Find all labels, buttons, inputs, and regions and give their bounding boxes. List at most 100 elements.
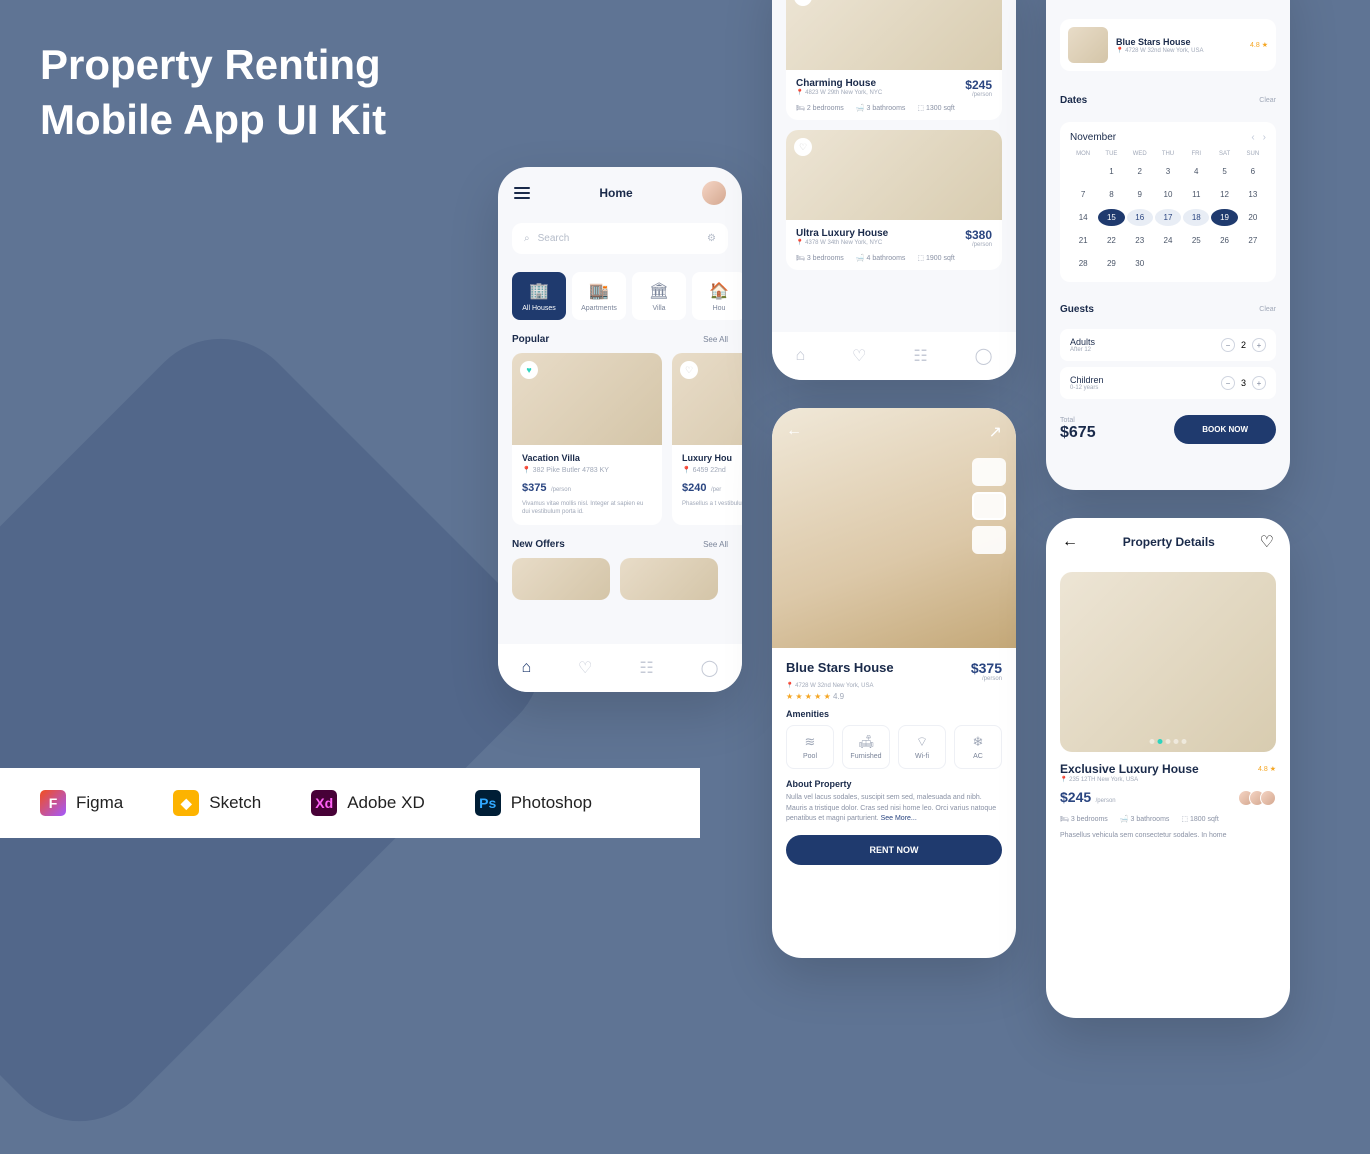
calendar-day[interactable]: 18: [1183, 209, 1209, 226]
search-icon: ⌕: [524, 233, 530, 244]
calendar-day[interactable]: 7: [1070, 186, 1096, 203]
home-screen: Home ⌕ Search ⚙ 🏢All Houses 🏬Apartments …: [498, 167, 742, 692]
tools-bar: FFigma ◆Sketch XdAdobe XD PsPhotoshop: [0, 768, 700, 838]
nav-calendar-icon[interactable]: ☷: [639, 658, 653, 678]
calendar-day[interactable]: 24: [1155, 232, 1181, 249]
calendar-day[interactable]: 6: [1240, 163, 1266, 180]
minus-button[interactable]: −: [1221, 376, 1235, 390]
filter-icon[interactable]: ⚙: [707, 233, 716, 244]
thumbnail[interactable]: [972, 458, 1006, 486]
tool-figma: FFigma: [40, 790, 123, 816]
prev-month-icon[interactable]: ‹: [1251, 132, 1254, 143]
nav-profile-icon[interactable]: ◯: [975, 346, 993, 366]
thumbnail[interactable]: [972, 526, 1006, 554]
calendar-day[interactable]: 28: [1070, 255, 1096, 272]
category-house[interactable]: 🏠Hou: [692, 272, 742, 320]
clear-guests[interactable]: Clear: [1259, 306, 1276, 313]
calendar-day[interactable]: 25: [1183, 232, 1209, 249]
calendar: November‹› MONTUEWEDTHUFRISATSUN12345678…: [1060, 122, 1276, 282]
see-all-link[interactable]: See All: [703, 540, 728, 549]
calendar-day[interactable]: 4: [1183, 163, 1209, 180]
category-apartments[interactable]: 🏬Apartments: [572, 272, 626, 320]
calendar-day[interactable]: 5: [1211, 163, 1237, 180]
property-card[interactable]: ♡ Luxury Hou 📍 6459 22nd $240 /per Phase…: [672, 353, 742, 525]
nav-calendar-icon[interactable]: ☷: [913, 346, 927, 366]
calendar-day[interactable]: 27: [1240, 232, 1266, 249]
nav-profile-icon[interactable]: ◯: [701, 658, 719, 678]
calendar-day[interactable]: 21: [1070, 232, 1096, 249]
calendar-day[interactable]: 29: [1098, 255, 1124, 272]
calendar-day[interactable]: 15: [1098, 209, 1124, 226]
calendar-day[interactable]: 8: [1098, 186, 1124, 203]
plus-button[interactable]: +: [1252, 376, 1266, 390]
calendar-day[interactable]: 14: [1070, 209, 1096, 226]
calendar-day[interactable]: 20: [1240, 209, 1266, 226]
property-card[interactable]: ♥ Vacation Villa 📍 382 Pike Butler 4783 …: [512, 353, 662, 525]
property-card[interactable]: ♥ Charming House📍 4823 W 29th New York, …: [786, 0, 1002, 120]
calendar-day[interactable]: 1: [1098, 163, 1124, 180]
category-villa[interactable]: 🏛Villa: [632, 272, 686, 320]
property-image[interactable]: [1060, 572, 1276, 752]
category-row: 🏢All Houses 🏬Apartments 🏛Villa 🏠Hou: [498, 262, 742, 320]
plus-button[interactable]: +: [1252, 338, 1266, 352]
property-details-screen: ← Property Details ♡ Exclusive Luxury Ho…: [1046, 518, 1290, 1018]
tool-ps: PsPhotoshop: [475, 790, 592, 816]
thumbnail[interactable]: [972, 492, 1006, 520]
calendar-day[interactable]: 16: [1127, 209, 1153, 226]
calendar-day[interactable]: 30: [1127, 255, 1153, 272]
heart-icon[interactable]: ♡: [794, 138, 812, 156]
list-screen: ♥ Charming House📍 4823 W 29th New York, …: [772, 0, 1016, 380]
calendar-day[interactable]: 26: [1211, 232, 1237, 249]
category-all-houses[interactable]: 🏢All Houses: [512, 272, 566, 320]
calendar-day[interactable]: 23: [1127, 232, 1153, 249]
property-card[interactable]: [512, 558, 610, 600]
share-icon[interactable]: ↗: [989, 422, 1002, 442]
amenity-wifi: ⌔Wi-fi: [898, 725, 946, 769]
heart-icon[interactable]: ♥: [520, 361, 538, 379]
back-icon[interactable]: ←: [786, 422, 802, 442]
back-icon[interactable]: ←: [1062, 533, 1078, 551]
page-title: Home: [599, 186, 632, 200]
hero-title: Property RentingMobile App UI Kit: [40, 38, 386, 147]
nav-home-icon[interactable]: ⌂: [521, 659, 531, 677]
tool-sketch: ◆Sketch: [173, 790, 261, 816]
clear-dates[interactable]: Clear: [1259, 97, 1276, 104]
property-summary: Blue Stars House📍 4728 W 32nd New York, …: [1060, 19, 1276, 71]
booking-screen: ← Blue Stars House ⋮ Blue Stars House📍 4…: [1046, 0, 1290, 490]
calendar-day[interactable]: 22: [1098, 232, 1124, 249]
calendar-day[interactable]: [1070, 163, 1096, 180]
menu-icon[interactable]: [514, 187, 530, 199]
nav-home-icon[interactable]: ⌂: [795, 347, 805, 365]
calendar-day[interactable]: 9: [1127, 186, 1153, 203]
calendar-day[interactable]: 12: [1211, 186, 1237, 203]
heart-icon[interactable]: ♡: [680, 361, 698, 379]
nav-heart-icon[interactable]: ♡: [852, 346, 866, 366]
rating-stars: ★ ★ ★ ★ ★ 4.9: [786, 692, 1002, 701]
book-now-button[interactable]: BOOK NOW: [1174, 415, 1276, 444]
calendar-day[interactable]: 13: [1240, 186, 1266, 203]
amenity-pool: ≋Pool: [786, 725, 834, 769]
calendar-day[interactable]: 10: [1155, 186, 1181, 203]
amenity-ac: ❄AC: [954, 725, 1002, 769]
calendar-day[interactable]: 11: [1183, 186, 1209, 203]
next-month-icon[interactable]: ›: [1263, 132, 1266, 143]
heart-icon[interactable]: ♡: [1260, 532, 1274, 552]
detail-screen: ←↗ Blue Stars House$375/person 📍 4728 W …: [772, 408, 1016, 958]
property-card[interactable]: [620, 558, 718, 600]
search-input[interactable]: ⌕ Search ⚙: [512, 223, 728, 254]
rent-button[interactable]: RENT NOW: [786, 835, 1002, 865]
calendar-day[interactable]: 19: [1211, 209, 1237, 226]
nav-heart-icon[interactable]: ♡: [578, 658, 592, 678]
property-card[interactable]: ♡ Ultra Luxury House📍 4378 W 34th New Yo…: [786, 130, 1002, 270]
see-more-link[interactable]: See More...: [881, 815, 917, 822]
calendar-day[interactable]: 3: [1155, 163, 1181, 180]
heart-icon[interactable]: ♥: [794, 0, 812, 6]
avatar[interactable]: [702, 181, 726, 205]
calendar-day[interactable]: 17: [1155, 209, 1181, 226]
see-all-link[interactable]: See All: [703, 335, 728, 344]
calendar-day[interactable]: 2: [1127, 163, 1153, 180]
amenity-furnished: 🛋Furnished: [842, 725, 890, 769]
adults-stepper: AdultsAfter 12 −2+: [1060, 329, 1276, 361]
children-stepper: Children0-12 years −3+: [1060, 367, 1276, 399]
minus-button[interactable]: −: [1221, 338, 1235, 352]
